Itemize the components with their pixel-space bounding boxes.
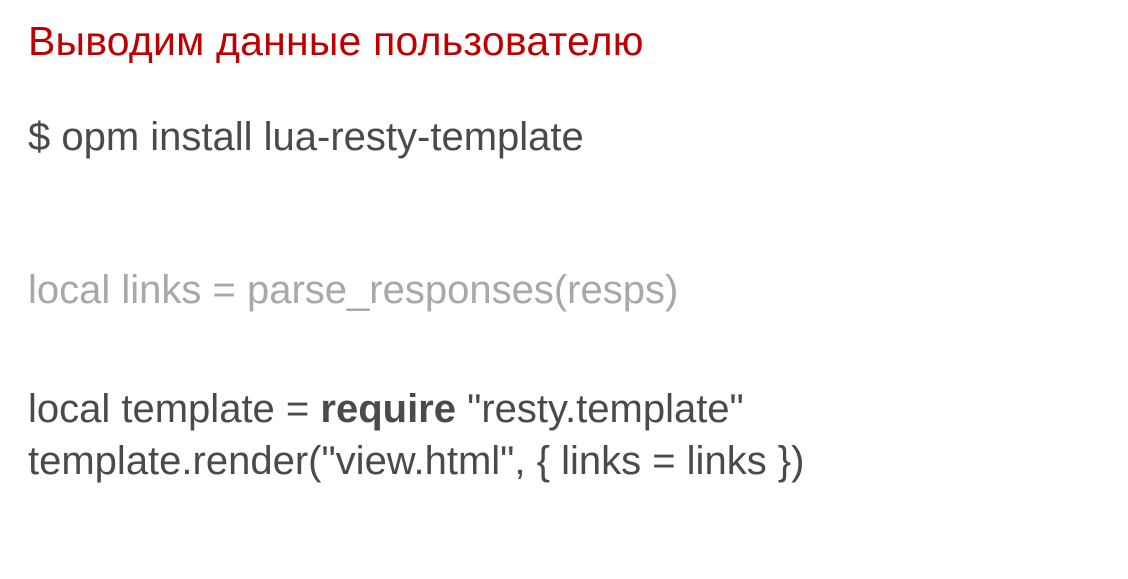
code-faded-line: local links = parse_responses(resps) [28,268,1100,313]
code-line1-prefix: local template = [28,387,320,431]
code-line-render: template.render("view.html", { links = l… [28,435,1100,487]
code-keyword-require: require [320,387,456,431]
code-line-require: local template = require "resty.template… [28,383,1100,435]
slide-title: Выводим данные пользователю [28,18,1100,65]
code-line1-suffix: "resty.template" [456,387,744,431]
install-command: $ opm install lua-resty-template [28,115,1100,160]
